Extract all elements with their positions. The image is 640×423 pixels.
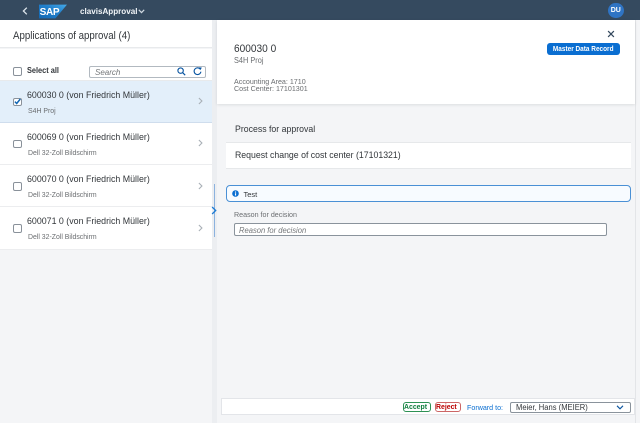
svg-text:SAP: SAP xyxy=(40,7,60,18)
